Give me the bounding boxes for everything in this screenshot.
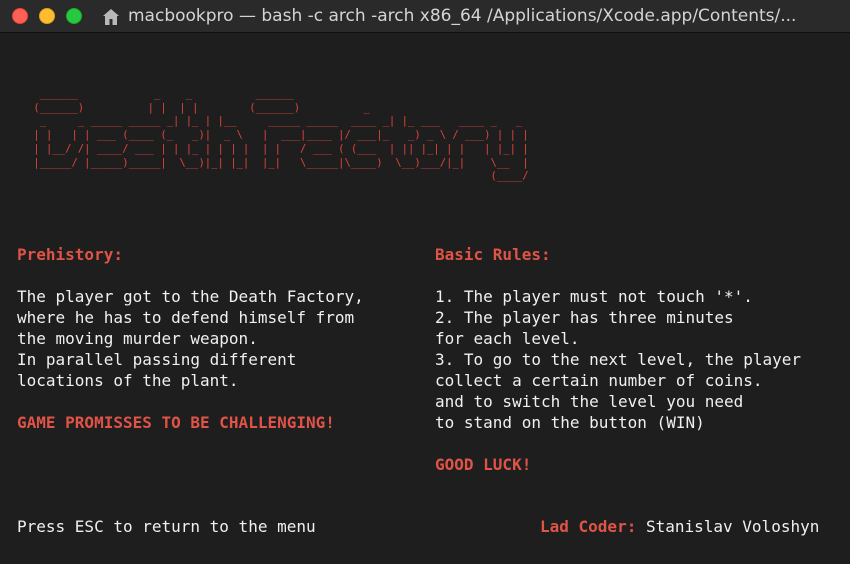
- rule-line: for each level.: [435, 329, 580, 348]
- home-folder-icon: [103, 9, 119, 25]
- prehistory-line: where he has to defend himself from: [17, 308, 355, 327]
- rule-line: collect a certain number of coins.: [435, 371, 763, 390]
- zoom-button[interactable]: [66, 8, 82, 24]
- rule-line: 2. The player has three minutes: [435, 308, 734, 327]
- prehistory-line: The player got to the Death Factory,: [17, 287, 364, 306]
- esc-hint: Press ESC to return to the menu: [17, 517, 316, 536]
- good-luck-text: GOOD LUCK!: [435, 455, 532, 474]
- prehistory-line: locations of the plant.: [17, 371, 239, 390]
- credits: Lad Coder: Stanislav Voloshyn: [540, 516, 819, 537]
- credit-name: Stanislav Voloshyn: [636, 517, 820, 536]
- close-button[interactable]: [12, 8, 28, 24]
- basic-rules-heading: Basic Rules:: [435, 245, 551, 264]
- minimize-button[interactable]: [39, 8, 55, 24]
- credit-label: Lad Coder:: [540, 517, 637, 536]
- rule-line: to stand on the button (WIN): [435, 413, 705, 432]
- prehistory-line: the moving murder weapon.: [17, 329, 258, 348]
- title-bar[interactable]: macbookpro — bash -c arch -arch x86_64 /…: [0, 0, 850, 33]
- rule-line: 1. The player must not touch '*'.: [435, 287, 753, 306]
- rule-line: and to switch the level you need: [435, 392, 744, 411]
- challenge-warning: GAME PROMISSES TO BE CHALLENGING!: [17, 413, 335, 432]
- prehistory-line: In parallel passing different: [17, 350, 297, 369]
- window-title: macbookpro — bash -c arch -arch x86_64 /…: [128, 6, 797, 26]
- rule-line: 3. To go to the next level, the player: [435, 350, 802, 369]
- death-factory-ascii-logo: ______ _ _ ______ (______) | | | | (____…: [33, 88, 529, 183]
- terminal-window: macbookpro — bash -c arch -arch x86_64 /…: [0, 0, 850, 564]
- terminal-content[interactable]: ______ _ _ ______ (______) | | | | (____…: [0, 34, 850, 564]
- prehistory-heading: Prehistory:: [17, 245, 123, 264]
